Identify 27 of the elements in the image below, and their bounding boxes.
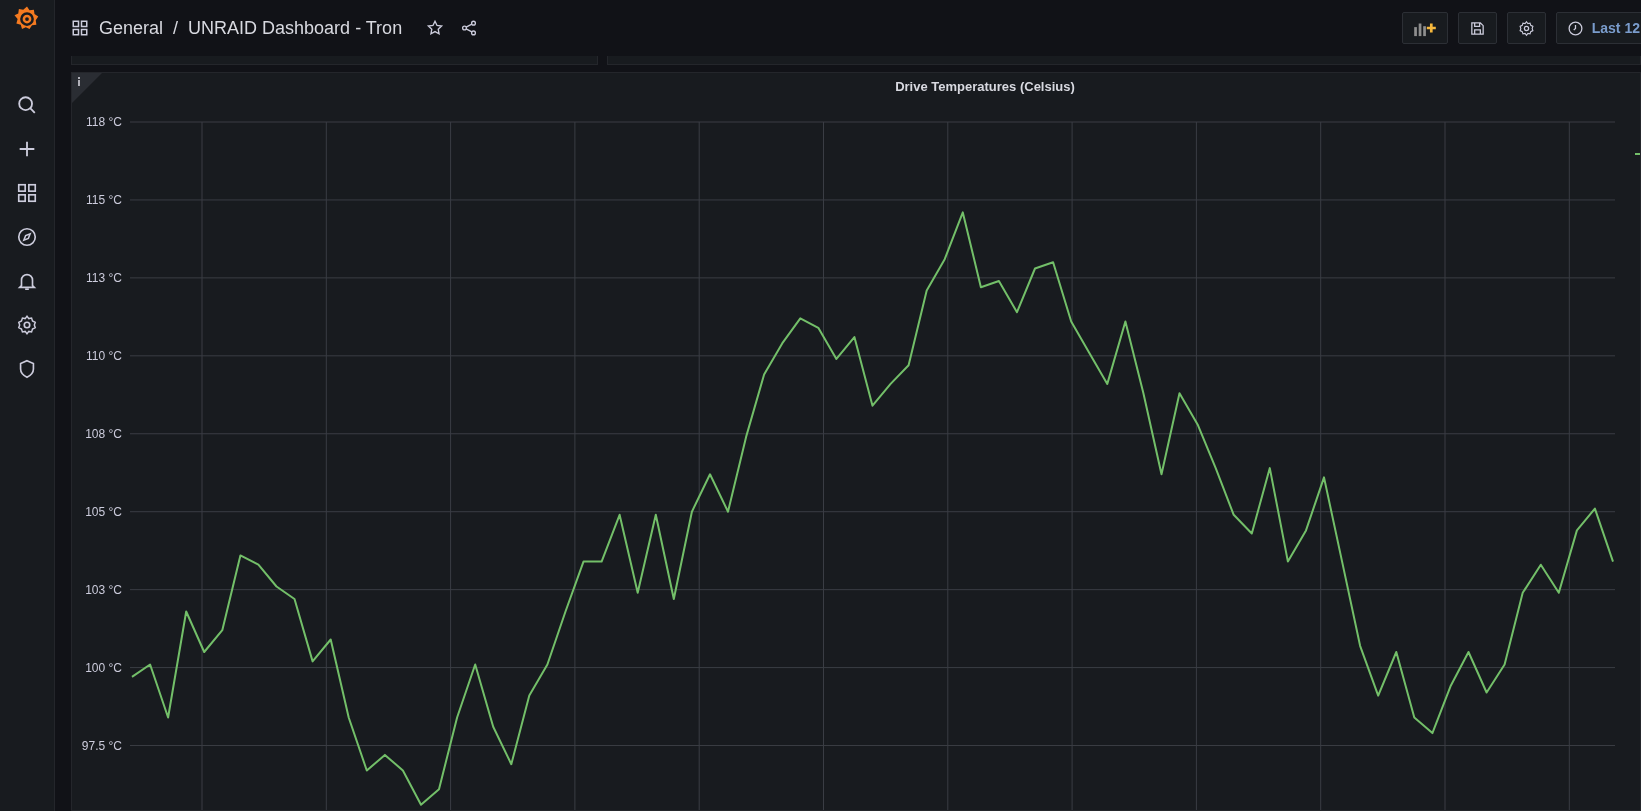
- y-axis-label: 113 °C: [86, 270, 122, 285]
- settings-icon: [1517, 19, 1535, 37]
- dashboards-icon[interactable]: [16, 182, 38, 204]
- y-axis-label: 118 °C: [86, 115, 122, 129]
- dashboard-title[interactable]: UNRAID Dashboard - Tron: [188, 17, 403, 39]
- star-icon[interactable]: [426, 19, 445, 37]
- y-axis-label: 103 °C: [85, 582, 122, 597]
- add-panel-button[interactable]: [1401, 12, 1448, 44]
- compass-icon[interactable]: [16, 226, 38, 248]
- panel-title: Drive Temperatures (Celsius): [895, 79, 1075, 94]
- save-button[interactable]: [1457, 12, 1497, 44]
- y-axis-label: 105 °C: [85, 504, 122, 519]
- y-axis-label: 108 °C: [85, 426, 122, 441]
- y-axis-label: 100 °C: [85, 660, 122, 675]
- save-icon: [1468, 19, 1486, 37]
- folder-link[interactable]: General: [99, 17, 164, 39]
- time-range-picker[interactable]: Last 12: [1555, 12, 1641, 44]
- y-axis-label: 115 °C: [86, 192, 122, 207]
- clock-icon: [1566, 19, 1584, 37]
- settings-icon[interactable]: [16, 314, 38, 336]
- dashboards-icon: [71, 19, 89, 37]
- share-icon[interactable]: [460, 19, 479, 37]
- settings-button[interactable]: [1506, 12, 1546, 44]
- y-axis-label: 97.5 °C: [81, 738, 122, 753]
- breadcrumb-separator: /: [173, 17, 179, 39]
- search-icon[interactable]: [16, 94, 38, 116]
- y-axis-label: 110 °C: [86, 348, 122, 363]
